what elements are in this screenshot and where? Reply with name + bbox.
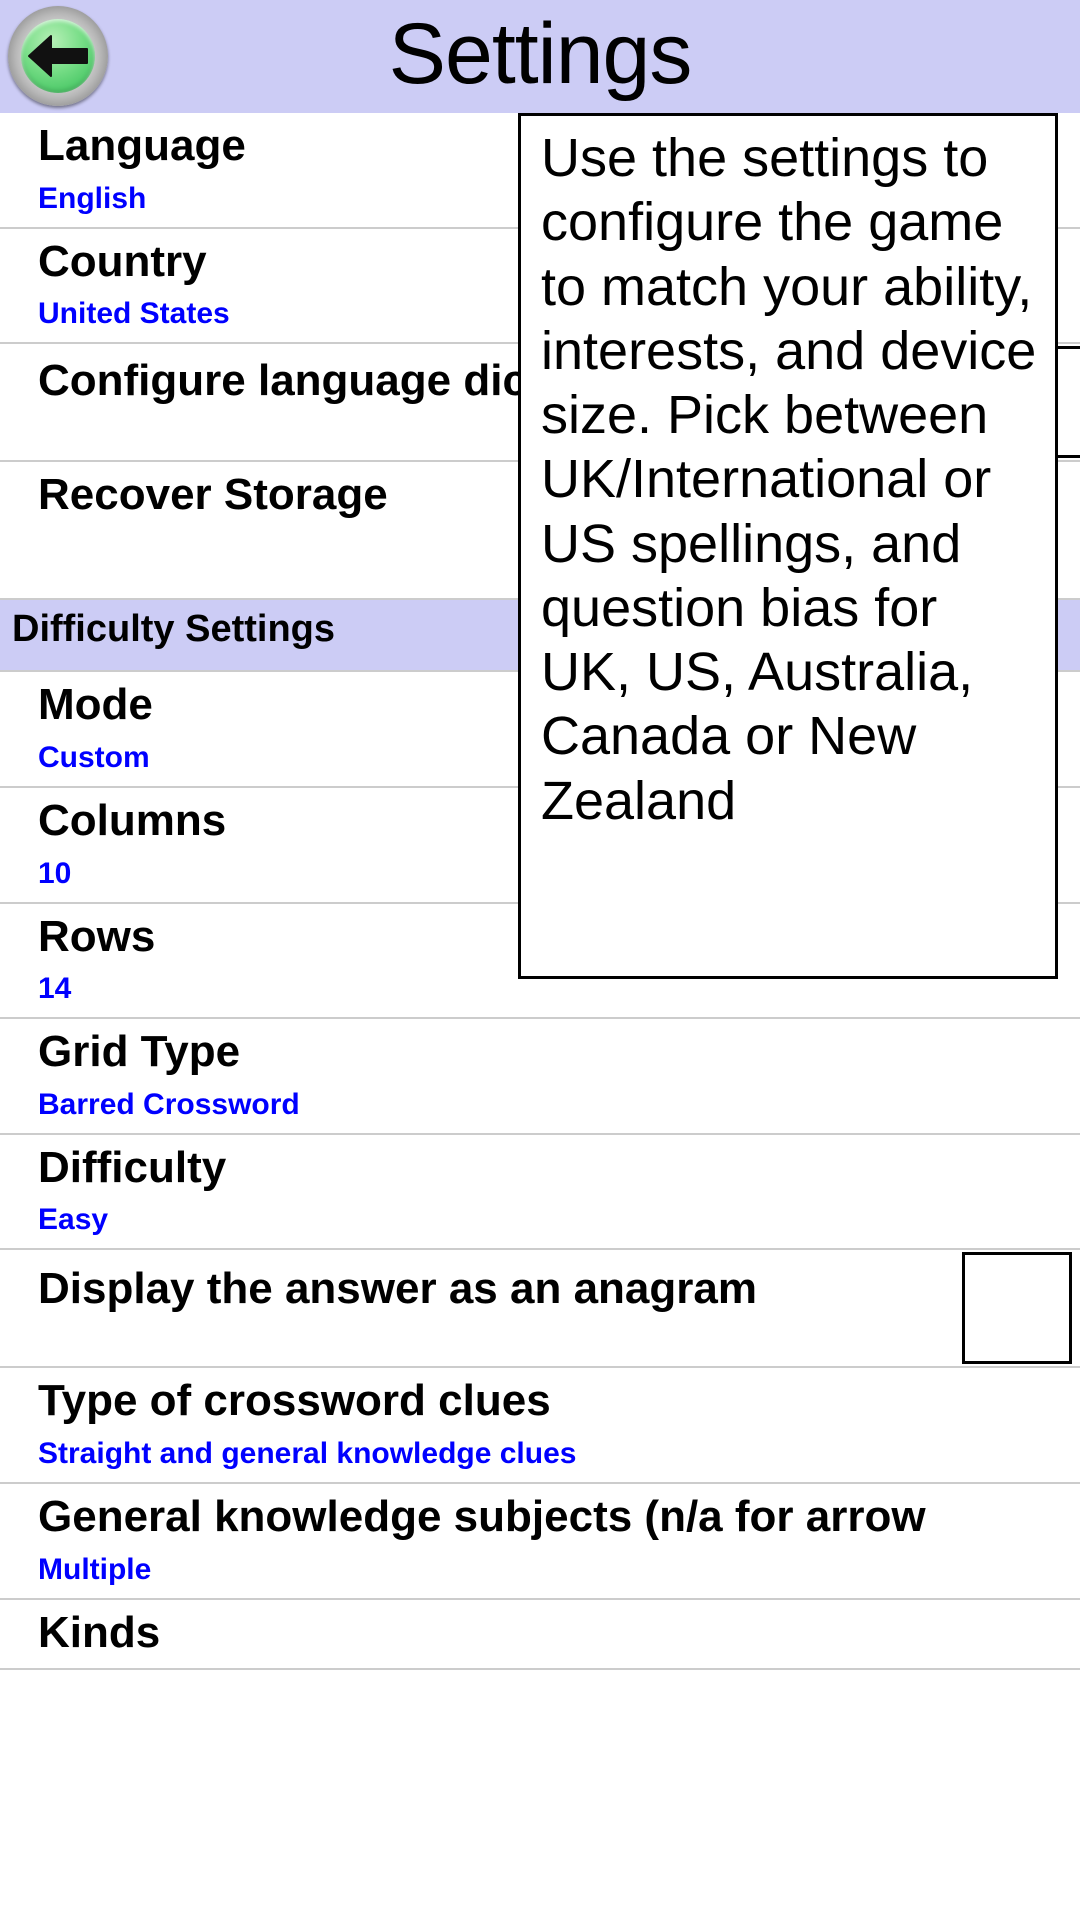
help-tooltip[interactable]: Use the settings to configure the game t… — [518, 113, 1058, 979]
back-button[interactable] — [8, 6, 108, 106]
list-item-title: Grid Type — [38, 1027, 241, 1077]
page-title: Settings — [388, 5, 693, 102]
list-item-value: Multiple — [38, 1552, 152, 1586]
list-item-display-anagram[interactable]: Display the answer as an anagram — [0, 1250, 1080, 1369]
list-item-value: Barred Crossword — [38, 1087, 300, 1121]
back-button-face — [21, 19, 95, 93]
list-item-title: Display the answer as an anagram — [38, 1264, 757, 1314]
list-item-general-knowledge-subjects[interactable]: General knowledge subjects (n/a for arro… — [0, 1484, 1080, 1600]
list-item-difficulty[interactable]: Difficulty Easy — [0, 1134, 1080, 1251]
help-tooltip-text: Use the settings to configure the game t… — [541, 128, 1052, 831]
list-item-type-of-crossword-clues[interactable]: Type of crossword clues Straight and gen… — [0, 1368, 1080, 1484]
display-anagram-checkbox[interactable] — [962, 1252, 1072, 1365]
list-item-title: Type of crossword clues — [38, 1376, 551, 1426]
list-item-title: Difficulty — [38, 1142, 227, 1192]
list-item-value: Easy — [38, 1203, 109, 1237]
settings-screen: Settings Language English Country United… — [0, 0, 1080, 1920]
list-item-grid-type[interactable]: Grid Type Barred Crossword — [0, 1019, 1080, 1135]
list-item-title: General knowledge subjects (n/a for arro… — [38, 1494, 926, 1541]
list-item-value: Straight and general knowledge clues — [38, 1437, 577, 1470]
list-item-title: Kinds — [38, 1607, 161, 1657]
list-item-kinds[interactable]: Kinds — [0, 1599, 1080, 1671]
back-arrow-icon — [27, 34, 89, 78]
app-header: Settings — [0, 0, 1080, 113]
